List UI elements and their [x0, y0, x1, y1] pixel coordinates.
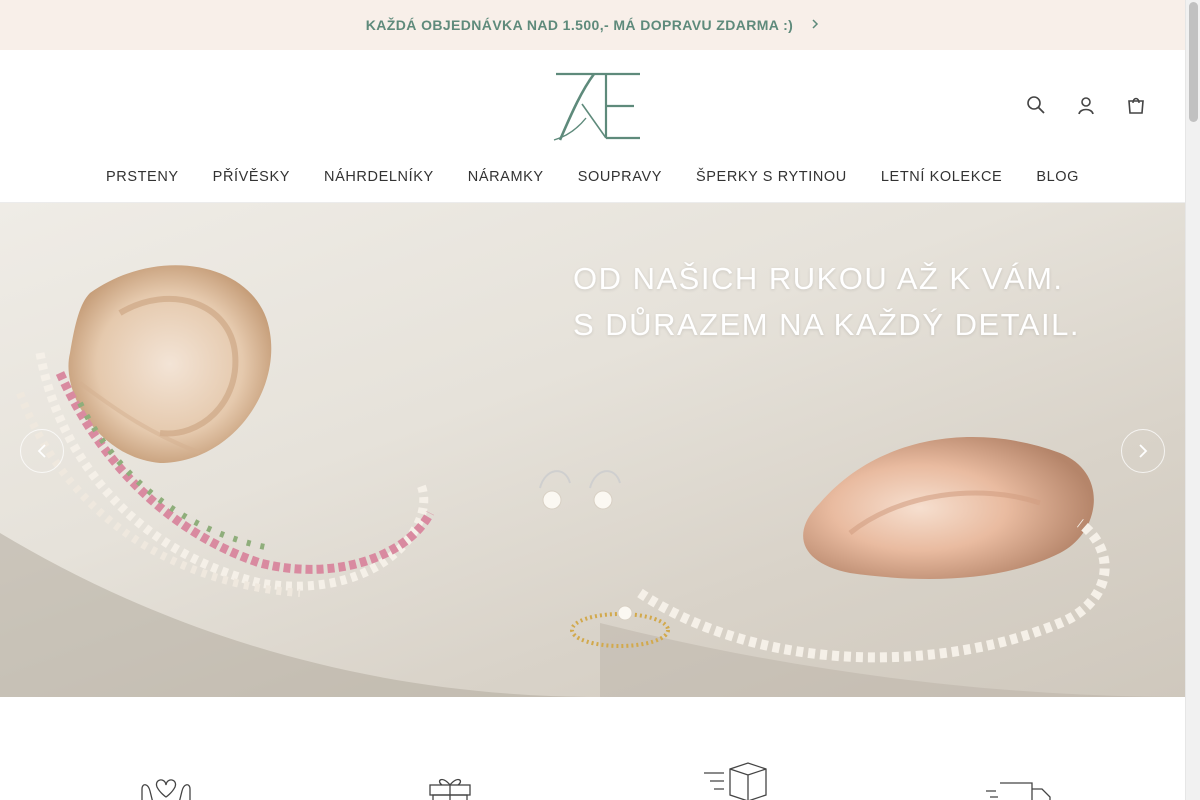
announcement-bar: KAŽDÁ OBJEDNÁVKA NAD 1.500,- MÁ DOPRAVU …: [0, 0, 1185, 50]
gift-icon: [420, 771, 490, 800]
chevron-right-icon[interactable]: [1121, 429, 1165, 473]
package-delivery-icon: [700, 761, 770, 800]
chevron-right-icon[interactable]: [811, 18, 819, 32]
logo[interactable]: [548, 66, 646, 144]
chevron-left-icon[interactable]: [20, 429, 64, 473]
nav-item-nahrdelniky[interactable]: NÁHRDELNÍKY: [307, 169, 451, 185]
page: KAŽDÁ OBJEDNÁVKA NAD 1.500,- MÁ DOPRAVU …: [0, 0, 1200, 800]
cart-icon[interactable]: [1125, 94, 1147, 116]
nav-item-prsteny[interactable]: PRSTENY: [89, 169, 196, 185]
header-icons: [1025, 94, 1147, 116]
announcement-text: KAŽDÁ OBJEDNÁVKA NAD 1.500,- MÁ DOPRAVU …: [365, 17, 794, 33]
nav-item-privesky[interactable]: PŘÍVĚSKY: [196, 169, 307, 185]
hero-headline-1: OD NAŠICH RUKOU AŽ K VÁM.: [573, 261, 1064, 296]
nav-item-soupravy[interactable]: SOUPRAVY: [561, 169, 679, 185]
nav-item-blog[interactable]: BLOG: [1019, 169, 1096, 185]
nav-item-sperky-s-rytinou[interactable]: ŠPERKY S RYTINOU: [679, 169, 864, 185]
main-nav: PRSTENY PŘÍVĚSKY NÁHRDELNÍKY NÁRAMKY SOU…: [0, 169, 1185, 185]
nav-item-letni-kolekce[interactable]: LETNÍ KOLEKCE: [864, 169, 1019, 185]
hero-headline-2: S DŮRAZEM NA KAŽDÝ DETAIL.: [573, 307, 1080, 342]
scrollbar-thumb[interactable]: [1189, 2, 1198, 122]
truck-icon: [984, 781, 1054, 800]
nav-item-naramky[interactable]: NÁRAMKY: [451, 169, 561, 185]
hands-heart-icon: [132, 767, 202, 800]
search-icon[interactable]: [1025, 94, 1047, 116]
site-header: PRSTENY PŘÍVĚSKY NÁHRDELNÍKY NÁRAMKY SOU…: [0, 50, 1185, 203]
user-icon[interactable]: [1075, 94, 1097, 116]
hero-banner[interactable]: OD NAŠICH RUKOU AŽ K VÁM. S DŮRAZEM NA K…: [0, 203, 1185, 697]
scrollbar[interactable]: [1185, 0, 1200, 800]
features-strip: [0, 697, 1185, 800]
